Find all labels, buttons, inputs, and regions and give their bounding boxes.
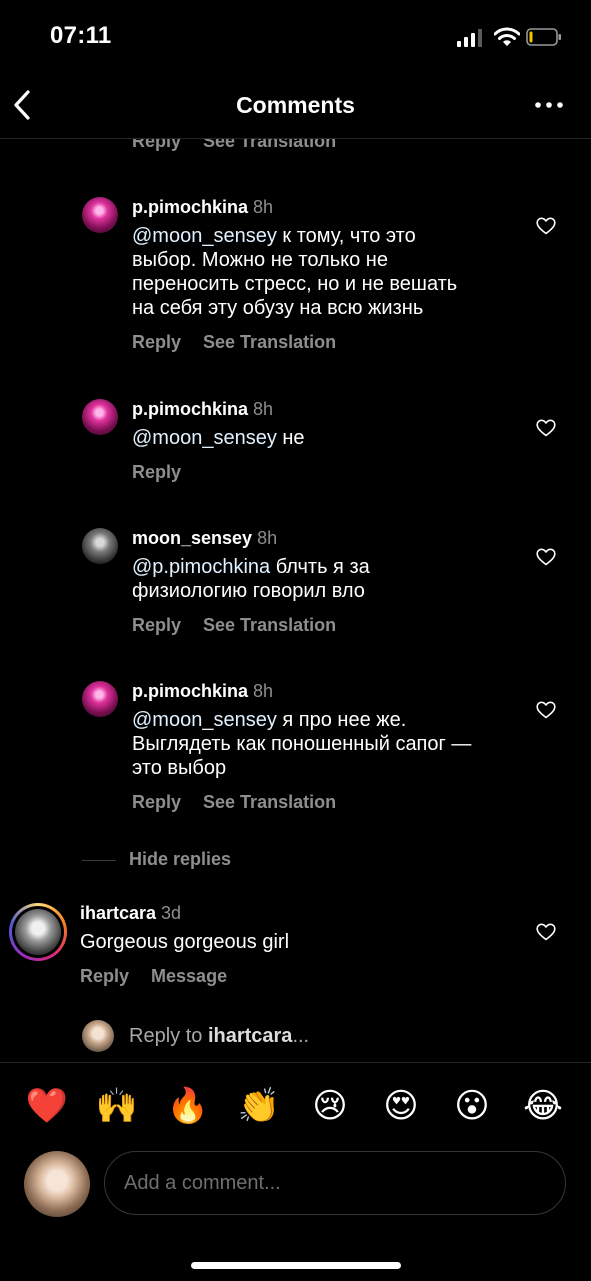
partial-comment-actions: Reply See Translation <box>132 139 358 152</box>
add-comment-input[interactable] <box>104 1151 566 1215</box>
crying-face-emoji-button[interactable]: 😢 <box>307 1085 353 1127</box>
reply-button[interactable]: Reply <box>132 332 181 352</box>
reply-button[interactable]: Reply <box>132 462 181 482</box>
comment-text: @moon_sensey к тому, что это выбор. Можн… <box>132 224 522 320</box>
surprised-face-emoji-button[interactable]: 😮 <box>449 1085 495 1127</box>
comment-actions: Reply See Translation <box>132 615 522 636</box>
quick-emoji-bar: ❤️ 🙌 🔥 👏 😢 😍 😮 😂 <box>0 1085 591 1127</box>
battery-icon <box>526 28 561 46</box>
fire-emoji-button[interactable]: 🔥 <box>165 1085 211 1127</box>
page-title: Comments <box>236 92 355 118</box>
more-options-icon[interactable] <box>534 100 564 110</box>
comment-username[interactable]: p.pimochkina <box>132 399 248 419</box>
like-heart-icon[interactable] <box>536 701 556 719</box>
home-indicator[interactable] <box>191 1262 401 1269</box>
cellular-signal-icon <box>457 29 482 47</box>
comment-timestamp: 8h <box>253 681 274 701</box>
comment-text: Gorgeous gorgeous girl <box>80 931 290 953</box>
my-avatar <box>24 1151 90 1217</box>
comment-body: не <box>276 427 305 449</box>
heart-emoji-button[interactable]: ❤️ <box>24 1085 70 1127</box>
like-heart-icon[interactable] <box>536 419 556 437</box>
hide-replies-button[interactable]: Hide replies <box>82 849 231 870</box>
laughing-face-emoji-button[interactable]: 😂 <box>520 1085 566 1127</box>
raising-hands-emoji-button[interactable]: 🙌 <box>94 1085 140 1127</box>
comment-timestamp: 8h <box>253 399 274 419</box>
reply-to-ellipsis: ... <box>292 1025 310 1047</box>
heart-eyes-emoji-button[interactable]: 😍 <box>378 1085 424 1127</box>
reply-to-label: Reply to ihartcara... <box>129 1025 309 1048</box>
mention-link[interactable]: @moon_sensey <box>132 709 277 731</box>
avatar[interactable] <box>82 197 118 233</box>
comment-username[interactable]: moon_sensey <box>132 528 252 548</box>
comment-timestamp: 8h <box>253 197 274 217</box>
avatar-ring-gap <box>12 906 64 958</box>
comment-text: @moon_sensey не <box>132 426 522 450</box>
wifi-icon <box>494 27 520 46</box>
comment-actions: Reply See Translation <box>132 332 522 353</box>
comment-list[interactable]: Reply See Translation p.pimochkina 8h @moo… <box>0 139 591 1061</box>
avatar[interactable] <box>82 528 118 564</box>
see-translation-button[interactable]: See Translation <box>203 332 336 352</box>
message-button[interactable]: Message <box>151 966 227 986</box>
reply-button[interactable]: Reply <box>132 792 181 812</box>
avatar[interactable] <box>82 399 118 435</box>
clock: 07:11 <box>50 22 112 49</box>
like-heart-icon[interactable] <box>536 217 556 235</box>
reply-to-username: ihartcara <box>207 1025 293 1047</box>
comment-actions: Reply See Translation <box>132 792 522 813</box>
header: Comments <box>0 76 591 139</box>
like-heart-icon[interactable] <box>536 548 556 566</box>
see-translation-button[interactable]: See Translation <box>203 139 336 151</box>
comment-timestamp: 8h <box>257 528 278 548</box>
reply-button[interactable]: Reply <box>132 615 181 635</box>
avatar[interactable] <box>82 681 118 717</box>
hide-replies-label: Hide replies <box>129 849 232 869</box>
comment-text: @moon_sensey я про нее же. Выглядеть как… <box>132 708 522 780</box>
avatar <box>15 909 61 955</box>
reply-button[interactable]: Reply <box>132 139 181 151</box>
comment-composer-panel: ❤️ 🙌 🔥 👏 😢 😍 😮 😂 <box>0 1062 591 1281</box>
reply-button[interactable]: Reply <box>80 966 129 986</box>
status-bar: 07:11 <box>0 0 591 76</box>
reply-to-prefix: Reply to <box>129 1025 208 1047</box>
see-translation-button[interactable]: See Translation <box>203 615 336 635</box>
comment-actions: Reply <box>132 462 522 483</box>
mention-link[interactable]: @moon_sensey <box>132 427 277 449</box>
clapping-hands-emoji-button[interactable]: 👏 <box>236 1085 282 1127</box>
mention-link[interactable]: @moon_sensey <box>132 225 277 247</box>
comment-timestamp: 3d <box>161 903 182 923</box>
divider <box>82 859 116 861</box>
comment-username[interactable]: p.pimochkina <box>132 681 248 701</box>
comment-username[interactable]: p.pimochkina <box>132 197 248 217</box>
comment-actions: Reply Message <box>80 966 520 987</box>
mention-link[interactable]: @p.pimochkina <box>132 556 270 578</box>
comment-text: @p.pimochkina блчть я за физиологию гово… <box>132 555 522 603</box>
avatar <box>82 1020 114 1052</box>
story-ring-avatar[interactable] <box>9 903 67 961</box>
comment-username[interactable]: ihartcara <box>80 903 156 923</box>
see-translation-button[interactable]: See Translation <box>203 792 336 812</box>
like-heart-icon[interactable] <box>536 923 556 941</box>
